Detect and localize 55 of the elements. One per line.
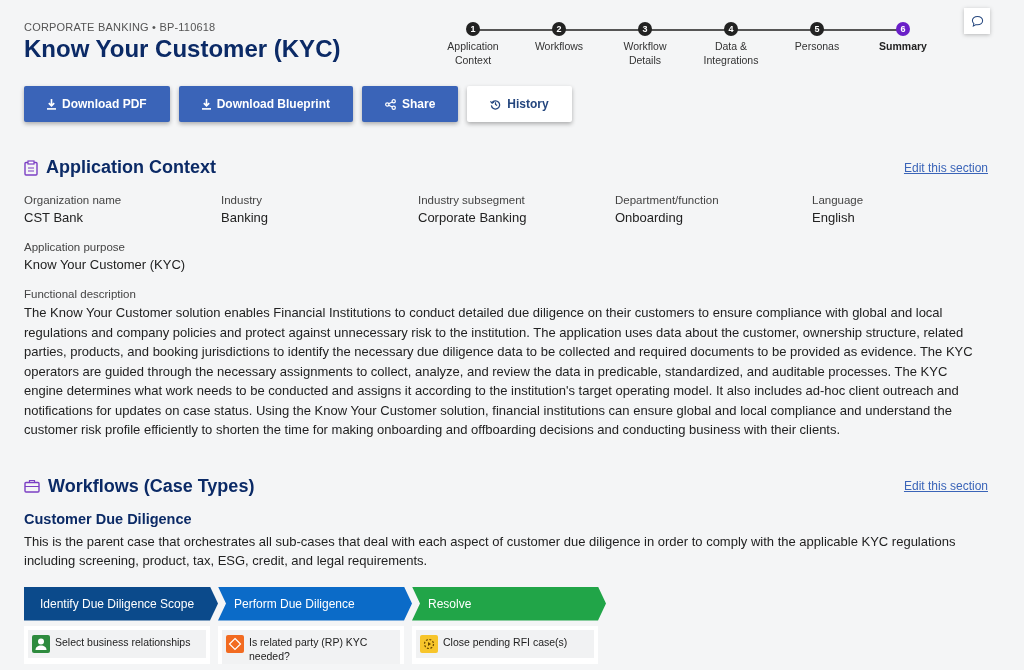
diamond-icon [226, 634, 244, 653]
field-value: Corporate Banking [418, 210, 528, 225]
process-step: Select business relationships [55, 634, 191, 649]
field-label: Department/function [615, 194, 720, 206]
step-number[interactable]: 1 [466, 22, 480, 36]
step-number[interactable]: 5 [810, 22, 824, 36]
speech-bubble-icon [970, 14, 984, 28]
field-label: Organization name [24, 194, 123, 206]
action-button[interactable]: Download Blueprint [178, 86, 353, 122]
page-title: Know Your Customer (KYC) [24, 35, 341, 63]
gear-icon [420, 634, 438, 653]
action-button[interactable]: Download PDF [24, 86, 170, 122]
process-step: Is related party (RP) KYC needed? [249, 634, 396, 663]
breadcrumb: CORPORATE BANKING • BP-110618 [24, 21, 217, 33]
section-heading: Application Context [46, 157, 216, 178]
step-label[interactable]: Workflows [524, 39, 594, 53]
download-icon [47, 98, 56, 110]
field-value: Banking [221, 210, 269, 225]
process-step: Close pending RFI case(s) [443, 634, 568, 649]
stage-header: Perform Due Diligence [218, 586, 412, 621]
step-label[interactable]: Data & Integrations [696, 39, 766, 67]
clipboard-icon [24, 159, 38, 176]
case-type-description: This is the parent case that orchestrates all sub-cases that deal with each aspect of customer due diligence in order to comply with the applicable KYC regulations including screening, product, tax, ESG, credit, and legal requirements. [24, 532, 957, 570]
field-value: CST Bank [24, 210, 84, 225]
field-label: Language [812, 194, 865, 206]
field-label: Industry subsegment [418, 194, 526, 206]
history-icon [490, 98, 502, 110]
step-label[interactable]: Workflow Details [610, 39, 680, 67]
step-number[interactable]: 3 [638, 22, 652, 36]
section-heading: Workflows (Case Types) [48, 475, 255, 497]
edit-section-link[interactable]: Edit this section [903, 160, 988, 175]
case-type-name: Customer Due Diligence [24, 510, 193, 527]
person-icon [32, 634, 50, 653]
share-icon [385, 98, 396, 110]
download-icon [201, 98, 211, 110]
stage-header: Resolve [412, 586, 606, 621]
field-value: Know Your Customer (KYC) [24, 257, 187, 272]
stage-header: Identify Due Diligence Scope [24, 586, 218, 621]
field-value: English [812, 210, 856, 225]
description-text: The Know Your Customer solution enables Financial Institutions to conduct detailed due diligence on their customers to ensure compliance with global and local regulations and company policies and protect against unnecessary risk to the institution. The application uses data about the customer, ownership structure, related parties, products, and booking jurisdictions to identify the necessary due diligence data to be collected and required documents to be provided as evidence. The KYC operators are guided through the necessary assignments to collect, analyze, and review the data in predicable, standardized, and auditable processes. The KYC engine determines what work needs to be conducted and assigns it according to the institution's target operating model. It also includes ad-hoc client outreach and notifications for updates on case status. Using the Know Your Customer solution, financial institutions can ensure global and local compliance and understand the customer risk profile efficiently to shorten the time for making onboarding and offboarding decisions and conducting business with their clients. [24, 304, 974, 439]
step-number[interactable]: 2 [552, 22, 566, 36]
step-label[interactable]: Personas [782, 39, 852, 53]
step-label[interactable]: Summary [868, 39, 938, 53]
action-button[interactable]: History [467, 86, 572, 122]
field-label: Functional description [24, 288, 137, 300]
briefcase-icon [24, 479, 40, 493]
step-label[interactable]: Application Context [438, 39, 508, 67]
step-number[interactable]: 4 [724, 22, 738, 36]
action-button[interactable]: Share [362, 86, 459, 122]
comment-button[interactable] [964, 8, 990, 34]
edit-section-link[interactable]: Edit this section [903, 479, 988, 493]
step-number[interactable]: 6 [896, 22, 910, 36]
field-label: Industry [221, 194, 263, 206]
field-value: Onboarding [615, 210, 684, 225]
field-label: Application purpose [24, 241, 126, 253]
